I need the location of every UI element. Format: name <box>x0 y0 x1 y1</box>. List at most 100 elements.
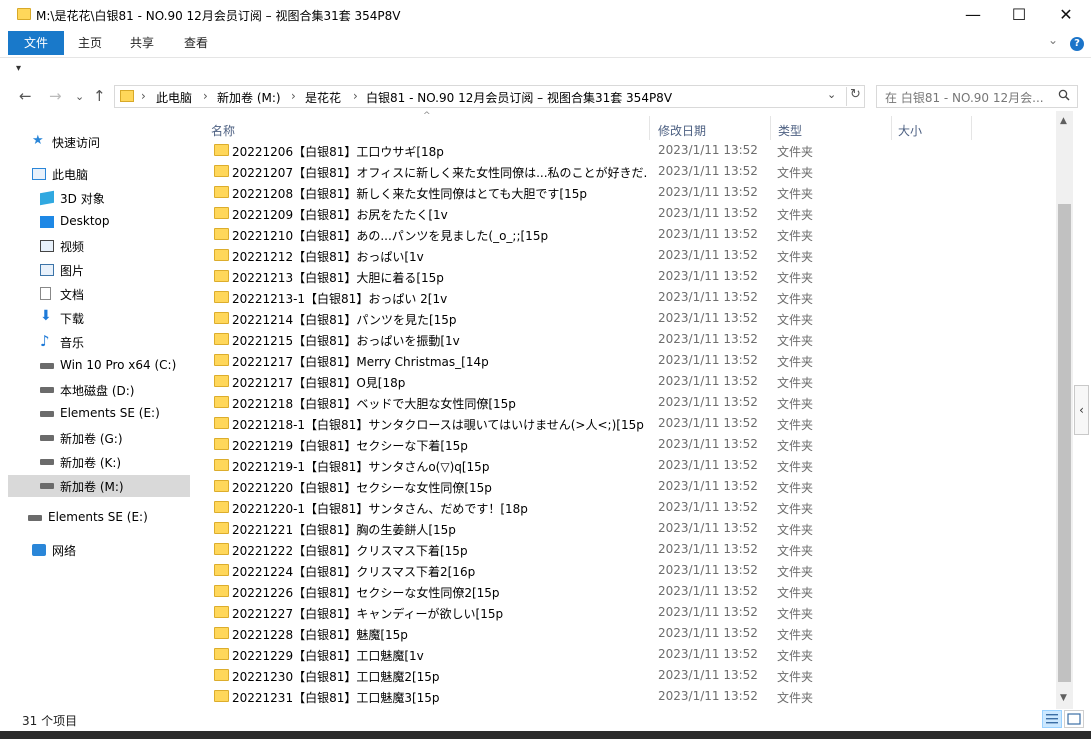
file-row[interactable]: 20221208【白银81】新しく来た女性同僚はとても大胆です[15p 2023/… <box>210 182 1056 203</box>
file-row[interactable]: 20221217【白银81】Merry Christmas_[14p 2023/1… <box>210 350 1056 371</box>
file-row[interactable]: 20221219-1【白银81】サンタさんo(▽)q[15p 2023/1/11 … <box>210 455 1056 476</box>
sidebar-item[interactable]: 新加卷 (G:) <box>8 427 190 449</box>
sidebar-item[interactable]: 文档 <box>8 283 190 305</box>
file-row[interactable]: 20221209【白银81】お尻をたたく[1v 2023/1/11 13:52 文件… <box>210 203 1056 224</box>
file-date: 2023/1/11 13:52 <box>658 479 758 493</box>
file-row[interactable]: 20221217【白银81】O見[18p 2023/1/11 13:52 文件夹 <box>210 371 1056 392</box>
sidebar-item[interactable]: ⬇ 下载 <box>8 307 190 329</box>
scroll-up-icon[interactable]: ▲ <box>1060 116 1067 126</box>
customize-toolbar-icon[interactable]: ▾ <box>16 63 21 74</box>
address-dropdown-icon[interactable]: ⌄ <box>827 88 836 101</box>
file-row[interactable]: 20221207【白银81】オフィスに新しく来た女性同僚は...私のことが好きだ… <box>210 161 1056 182</box>
file-row[interactable]: 20221215【白银81】おっぱいを振動[1v 2023/1/11 13:52 文… <box>210 329 1056 350</box>
breadcrumb-this-pc[interactable]: 此电脑 <box>156 89 192 106</box>
sidebar-item[interactable]: 新加卷 (K:) <box>8 451 190 473</box>
file-date: 2023/1/11 13:52 <box>658 563 758 577</box>
file-row[interactable]: 20221221【白银81】胸の生姜餅人[15p 2023/1/11 13:52 文… <box>210 518 1056 539</box>
address-bar[interactable]: › 此电脑 › 新加卷 (M:) › 是花花 › 白银81 - NO.90 12… <box>114 85 865 108</box>
refresh-button[interactable]: ↻ <box>846 87 864 106</box>
file-row[interactable]: 20221231【白银81】工口魅魔3[15p 2023/1/11 13:52 文件… <box>210 686 1056 707</box>
column-divider[interactable] <box>891 116 892 140</box>
scroll-thumb[interactable] <box>1058 204 1071 682</box>
sidebar-item[interactable]: 此电脑 <box>8 163 190 185</box>
file-row[interactable]: 20221230【白银81】工口魅魔2[15p 2023/1/11 13:52 文件… <box>210 665 1056 686</box>
recent-locations-button[interactable]: ⌄ <box>75 87 84 107</box>
file-date: 2023/1/11 13:52 <box>658 500 758 514</box>
file-row[interactable]: 20221227【白银81】キャンディーが欲しい[15p 2023/1/11 13… <box>210 602 1056 623</box>
file-row[interactable]: 20221212【白银81】おっぱい[1v 2023/1/11 13:52 文件夹 <box>210 245 1056 266</box>
sidebar-item[interactable]: Desktop <box>8 211 190 233</box>
file-row[interactable]: 20221218-1【白银81】サンタクロースは覗いてはいけません(>人<;)[… <box>210 413 1056 434</box>
column-header-name[interactable]: 名称 <box>211 122 235 139</box>
file-date: 2023/1/11 13:52 <box>658 689 758 703</box>
file-row[interactable]: 20221228【白银81】魅魔[15p 2023/1/11 13:52 文件夹 <box>210 623 1056 644</box>
file-type: 文件夹 <box>777 649 814 663</box>
column-divider[interactable] <box>649 116 650 140</box>
file-row[interactable]: 20221220【白银81】セクシーな女性同僚[15p 2023/1/11 13:… <box>210 476 1056 497</box>
folder-icon <box>214 522 229 534</box>
file-row[interactable]: 20221229【白银81】工口魅魔[1v 2023/1/11 13:52 文件夹 <box>210 644 1056 665</box>
tab-file[interactable]: 文件 <box>8 31 64 55</box>
file-row[interactable]: 20221213【白银81】大胆に着る[15p 2023/1/11 13:52 文件… <box>210 266 1056 287</box>
maximize-button[interactable]: ☐ <box>996 0 1042 30</box>
column-divider[interactable] <box>971 116 972 140</box>
scroll-down-icon[interactable]: ▼ <box>1060 693 1067 703</box>
file-name: 20221226【白银81】セクシーな女性同僚2[15p <box>232 586 500 600</box>
file-row[interactable]: 20221220-1【白银81】サンタさん、だめです！[18p 2023/1/11… <box>210 497 1056 518</box>
sidebar-item[interactable]: Win 10 Pro x64 (C:) <box>8 355 190 377</box>
search-box[interactable]: 在 白银81 - NO.90 12月会... <box>876 85 1078 108</box>
tab-share[interactable]: 共享 <box>118 31 166 55</box>
file-row[interactable]: 20221214【白银81】パンツを見た[15p 2023/1/11 13:52 文… <box>210 308 1056 329</box>
file-type: 文件夹 <box>777 376 814 390</box>
help-icon[interactable]: ? <box>1070 37 1084 51</box>
file-date: 2023/1/11 13:52 <box>658 311 758 325</box>
column-header-type[interactable]: 类型 <box>778 122 802 139</box>
item-count: 31 个项目 <box>22 714 78 728</box>
forward-button[interactable]: → <box>49 86 62 106</box>
back-button[interactable]: ← <box>19 86 32 106</box>
sidebar-item[interactable]: ★ 快速访问 <box>8 131 190 153</box>
sidebar-item-label: 本地磁盘 (D:) <box>60 384 135 398</box>
sidebar-item[interactable]: 3D 对象 <box>8 187 190 209</box>
folder-icon <box>214 375 229 387</box>
file-row[interactable]: 20221222【白银81】クリスマス下着[15p 2023/1/11 13:52… <box>210 539 1056 560</box>
large-icons-view-button[interactable] <box>1064 710 1084 728</box>
file-row[interactable]: 20221213-1【白银81】おっぱい 2[1v 2023/1/11 13:52… <box>210 287 1056 308</box>
file-row[interactable]: 20221226【白银81】セクシーな女性同僚2[15p 2023/1/11 13… <box>210 581 1056 602</box>
breadcrumb-drive-m[interactable]: 新加卷 (M:) <box>217 89 281 106</box>
file-row[interactable]: 20221219【白银81】セクシーな下着[15p 2023/1/11 13:52… <box>210 434 1056 455</box>
sidebar-item[interactable]: 图片 <box>8 259 190 281</box>
preview-pane-toggle[interactable]: ‹ <box>1074 385 1089 435</box>
file-type: 文件夹 <box>777 355 814 369</box>
breadcrumb-current[interactable]: 白银81 - NO.90 12月会员订阅 – 视图合集31套 354P8V <box>366 89 672 106</box>
expand-ribbon-icon[interactable]: ⌄ <box>1048 33 1058 47</box>
tab-view[interactable]: 查看 <box>172 31 220 55</box>
column-header-size[interactable]: 大小 <box>898 122 922 139</box>
file-row[interactable]: 20221224【白银81】クリスマス下着2[16p 2023/1/11 13:5… <box>210 560 1056 581</box>
breadcrumb-folder[interactable]: 是花花 <box>305 89 341 106</box>
file-date: 2023/1/11 13:52 <box>658 353 758 367</box>
minimize-button[interactable]: — <box>950 0 996 30</box>
sidebar-item[interactable]: ♪ 音乐 <box>8 331 190 353</box>
sidebar-item[interactable]: Elements SE (E:) <box>8 403 190 425</box>
sidebar-item[interactable]: 网络 <box>8 539 190 561</box>
file-row[interactable]: 20221210【白银81】あの...パンツを見ました(_o_;;[15p 202… <box>210 224 1056 245</box>
file-row[interactable]: 20221218【白银81】ベッドで大胆な女性同僚[15p 2023/1/11 1… <box>210 392 1056 413</box>
close-button[interactable]: ✕ <box>1043 0 1089 30</box>
file-row[interactable]: 20221206【白银81】工口ウサギ[18p 2023/1/11 13:52 文件… <box>210 140 1056 161</box>
column-divider[interactable] <box>770 116 771 140</box>
file-date: 2023/1/11 13:52 <box>658 248 758 262</box>
details-view-button[interactable] <box>1042 710 1062 728</box>
sidebar-item-label: 快速访问 <box>52 136 101 150</box>
sidebar-item[interactable]: 视频 <box>8 235 190 257</box>
sidebar-item[interactable]: Elements SE (E:) <box>8 507 190 529</box>
column-header-date[interactable]: 修改日期 <box>658 122 706 139</box>
folder-icon <box>214 291 229 303</box>
file-type: 文件夹 <box>777 166 814 180</box>
folder-icon <box>214 165 229 177</box>
sidebar-item[interactable]: 新加卷 (M:) <box>8 475 190 497</box>
tab-home[interactable]: 主页 <box>66 31 114 55</box>
up-button[interactable]: ↑ <box>93 86 106 106</box>
vertical-scrollbar[interactable]: ▲ ▼ <box>1056 111 1073 709</box>
sidebar-item[interactable]: 本地磁盘 (D:) <box>8 379 190 401</box>
